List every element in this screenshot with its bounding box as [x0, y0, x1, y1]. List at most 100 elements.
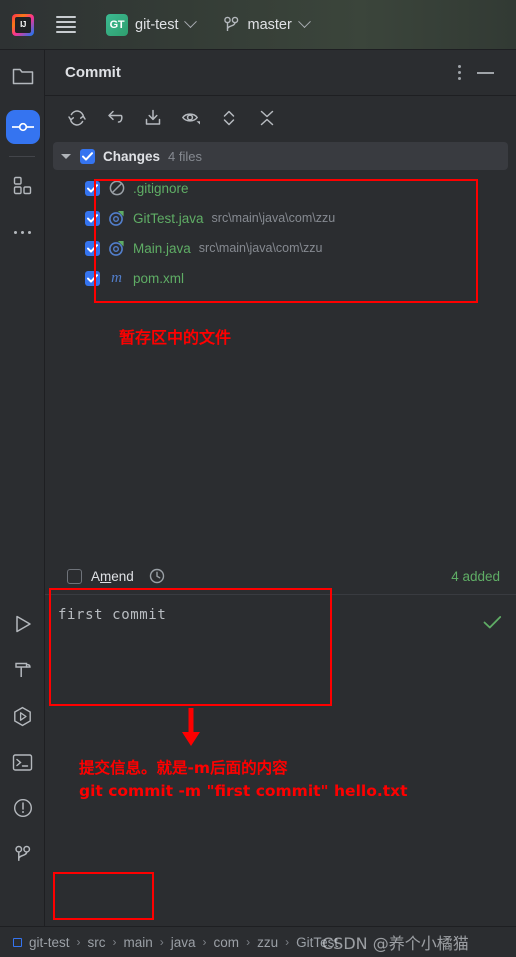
file-checkbox[interactable]: [85, 180, 100, 196]
changes-group-checkbox[interactable]: [80, 148, 95, 164]
refresh-changes-button[interactable]: [65, 106, 89, 130]
annotation-files-note: 暂存区中的文件: [119, 328, 232, 347]
sidebar-item-run[interactable]: [0, 601, 45, 647]
sidebar-item-commit[interactable]: [0, 102, 45, 152]
sidebar-item-terminal[interactable]: [0, 739, 45, 785]
breadcrumb-separator: ›: [202, 935, 207, 949]
vertical-dots-icon[interactable]: [458, 65, 461, 80]
java-class-glyph: [109, 210, 124, 226]
commit-message-input[interactable]: first commit: [58, 607, 166, 623]
sidebar-item-build[interactable]: [0, 647, 45, 693]
debug-hexagon-play-icon: [14, 706, 31, 726]
branch-selector[interactable]: master: [223, 15, 311, 34]
list-item[interactable]: .gitignore: [45, 173, 516, 203]
check-glyph: [483, 616, 502, 629]
sidebar-item-problems[interactable]: [0, 785, 45, 831]
project-selector[interactable]: GT git-test: [102, 11, 199, 39]
file-name: pom.xml: [133, 270, 185, 286]
sidebar-item-git[interactable]: [0, 831, 45, 877]
annotation-message-note-line1: 提交信息。就是-m后面的内容: [79, 759, 288, 777]
breadcrumb-item[interactable]: main: [124, 935, 153, 950]
logo-text: IJ: [15, 16, 31, 33]
collapse-icon: [260, 110, 274, 126]
amend-checkbox[interactable]: [67, 568, 82, 584]
clock-history-icon[interactable]: [149, 568, 165, 584]
play-triangle-icon: [15, 615, 31, 633]
expand-up-down-icon: [223, 110, 235, 126]
changes-count: 4 files: [168, 148, 202, 164]
left-tool-window-bar: [0, 50, 45, 957]
chevron-down-icon: [297, 15, 311, 29]
check-mark-icon: [87, 273, 98, 283]
chevron-down-icon[interactable]: [61, 153, 71, 159]
file-checkbox[interactable]: [85, 240, 100, 256]
file-checkbox[interactable]: [85, 210, 100, 226]
breadcrumb-item[interactable]: GitTest: [296, 935, 338, 950]
dot: [28, 230, 31, 234]
commit-toolbar: [45, 96, 516, 140]
breadcrumb-item[interactable]: java: [171, 935, 196, 950]
changes-group-header[interactable]: Changes 4 files: [53, 142, 508, 170]
hamburger-line: [56, 26, 76, 28]
breadcrumb-item[interactable]: zzu: [257, 935, 278, 950]
breadcrumb-separator: ›: [285, 935, 290, 949]
commit-message-area[interactable]: first commit: [45, 594, 516, 694]
breadcrumb-separator: ›: [159, 935, 164, 949]
file-name: Main.java: [133, 240, 191, 256]
amend-row: Amend 4 added: [45, 558, 516, 594]
project-name: git-test: [135, 16, 179, 33]
git-branch-icon: [14, 845, 30, 861]
annotation-message-note-line2: git commit -m "first commit" hello.txt: [79, 782, 408, 800]
sidebar-item-more[interactable]: [0, 209, 45, 255]
preview-diff-button[interactable]: [179, 106, 203, 130]
folder-icon: [12, 68, 33, 84]
sidebar-item-project[interactable]: [0, 50, 45, 102]
hamburger-line: [56, 21, 76, 23]
dot: [458, 65, 461, 68]
dot: [21, 230, 24, 234]
breadcrumb: git-test › src › main › java › com › zzu…: [0, 926, 516, 957]
changes-label: Changes: [103, 148, 161, 164]
gitignore-glyph: [109, 180, 124, 196]
sidebar-item-debug[interactable]: [0, 693, 45, 739]
expand-all-button[interactable]: [217, 106, 241, 130]
file-name: .gitignore: [133, 180, 189, 196]
branch-name: master: [247, 16, 292, 33]
collapse-all-button[interactable]: [255, 106, 279, 130]
file-path: src\main\java\com\zzu: [198, 241, 323, 255]
check-mark-icon: [87, 243, 98, 253]
list-item[interactable]: m pom.xml: [45, 263, 516, 293]
hamburger-line: [56, 31, 76, 33]
dot: [458, 77, 461, 80]
main-toolbar: IJ GT git-test master: [0, 0, 516, 50]
undo-arrow-icon: [108, 110, 123, 123]
list-item[interactable]: Main.java src\main\java\com\zzu: [45, 233, 516, 263]
breadcrumb-item[interactable]: com: [214, 935, 240, 950]
commit-glyph: [11, 122, 34, 132]
sidebar-item-structure[interactable]: [0, 163, 45, 209]
rollback-button[interactable]: [103, 106, 127, 130]
breadcrumb-item[interactable]: src: [88, 935, 106, 950]
check-mark-icon: [82, 151, 93, 161]
minimize-icon[interactable]: [477, 71, 494, 74]
eye-icon: [181, 113, 200, 125]
hamburger-menu-icon[interactable]: [56, 16, 76, 33]
breadcrumb-item[interactable]: git-test: [29, 935, 70, 950]
file-name: GitTest.java: [133, 210, 204, 226]
added-count: 4 added: [451, 568, 500, 584]
list-item[interactable]: GitTest.java src\main\java\com\zzu: [45, 203, 516, 233]
java-class-icon: [108, 240, 125, 257]
file-checkbox[interactable]: [85, 270, 100, 286]
sidebar-divider: [9, 156, 35, 157]
maven-m-glyph: m: [111, 269, 122, 286]
check-mark-icon: [483, 615, 502, 635]
breadcrumb-separator: ›: [246, 935, 251, 949]
commit-tool-window: Commit Changes 4 files .gitignore GitTes…: [45, 50, 516, 957]
dot: [14, 230, 17, 234]
breadcrumb-separator: ›: [76, 935, 81, 949]
changed-files-list: .gitignore GitTest.java src\main\java\co…: [45, 173, 516, 293]
show-diff-button[interactable]: [141, 106, 165, 130]
check-mark-icon: [87, 183, 98, 193]
project-badge: GT: [106, 13, 128, 36]
